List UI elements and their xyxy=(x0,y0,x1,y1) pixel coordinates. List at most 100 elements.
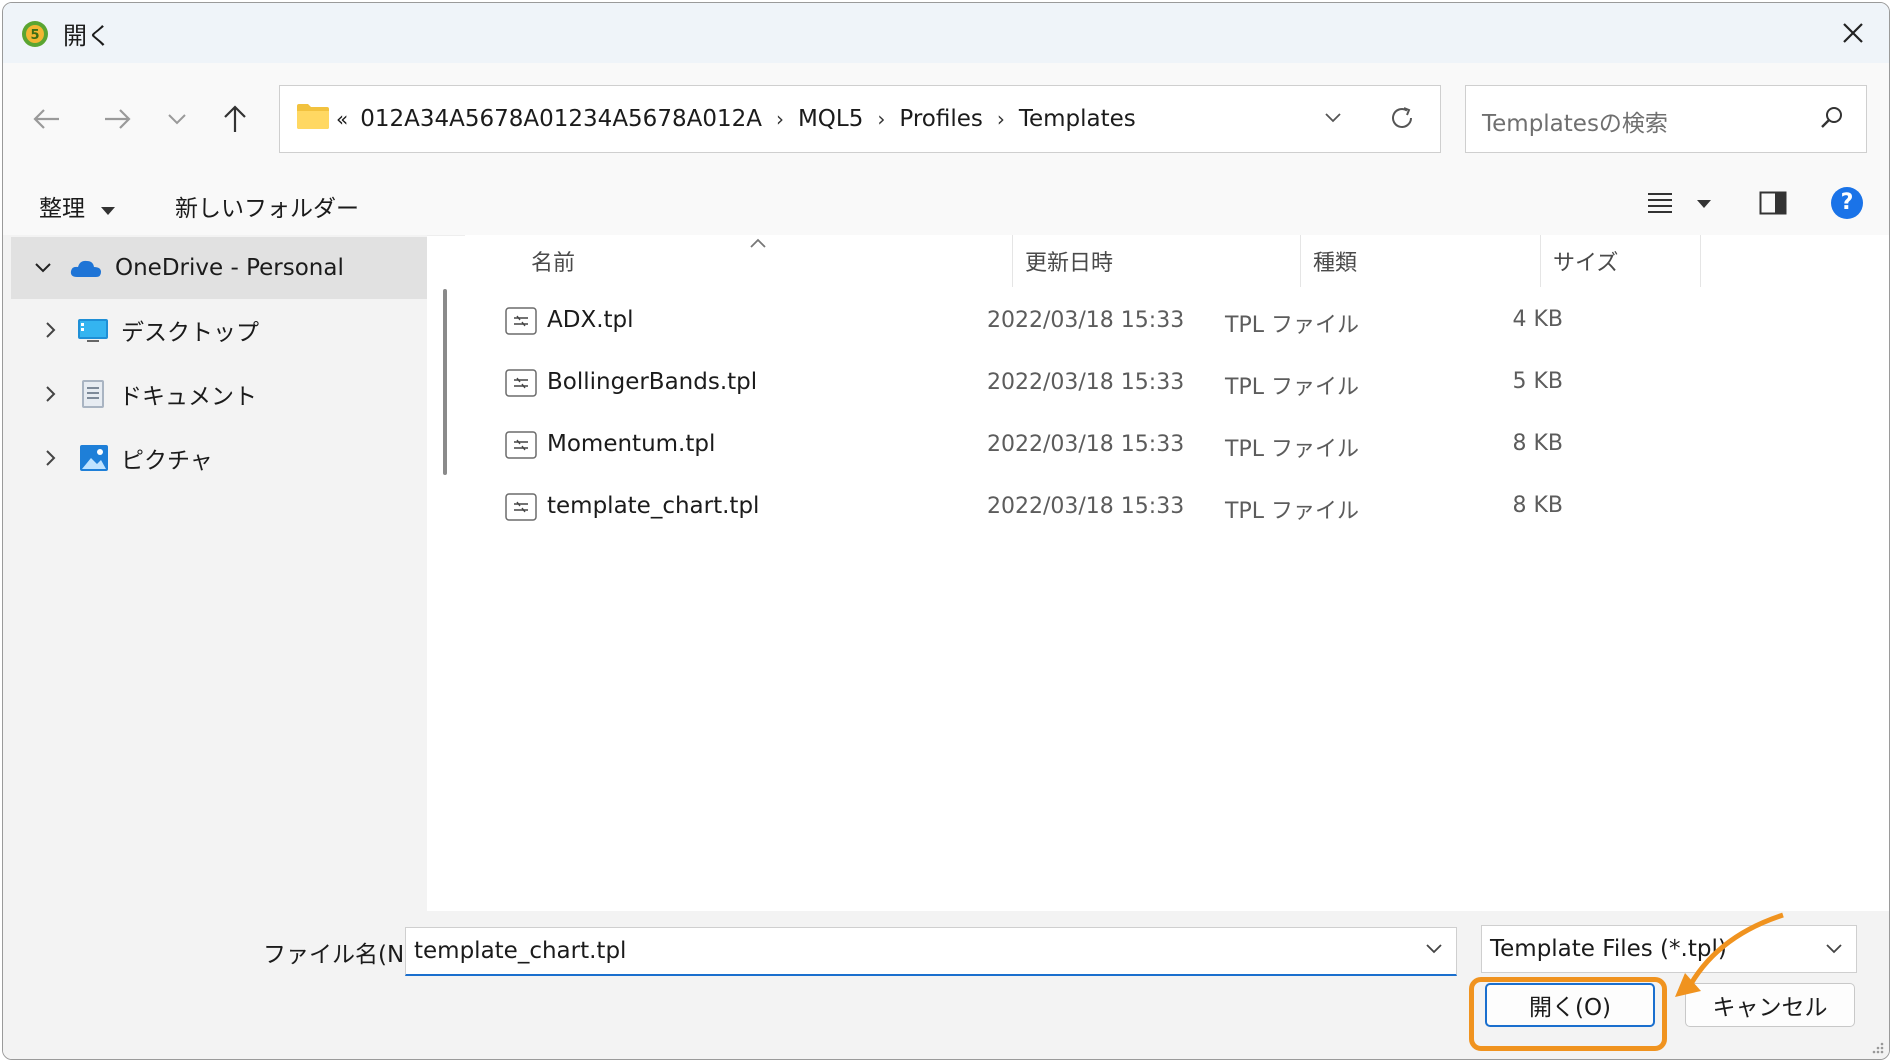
search-input[interactable]: Templatesの検索 xyxy=(1482,104,1668,138)
column-header-label: 名前 xyxy=(531,251,576,276)
filename-input[interactable]: template_chart.tpl xyxy=(405,927,1457,976)
expand-chevron-icon[interactable] xyxy=(33,321,69,339)
file-row[interactable]: Momentum.tpl 2022/03/18 15:33 TPL ファイル 8… xyxy=(505,417,1735,477)
window-title: 開く xyxy=(63,22,111,50)
column-header-date[interactable]: 更新日時 xyxy=(1013,235,1301,287)
list-view-icon xyxy=(1648,193,1672,213)
search-icon xyxy=(1821,107,1842,128)
chevron-down-icon xyxy=(168,114,186,125)
file-row[interactable]: ADX.tpl 2022/03/18 15:33 TPL ファイル 4 KB xyxy=(505,293,1735,353)
file-date: 2022/03/18 15:33 xyxy=(987,494,1185,519)
sort-ascending-icon xyxy=(750,238,766,248)
cancel-button-label: キャンセル xyxy=(1712,995,1828,1021)
organize-button[interactable]: 整理 xyxy=(39,189,116,223)
file-size: 8 KB xyxy=(1512,431,1563,456)
template-file-icon xyxy=(505,369,537,397)
up-button[interactable] xyxy=(213,97,257,141)
help-button[interactable]: ? xyxy=(1831,187,1863,219)
sidebar-item-desktop[interactable]: デスクトップ xyxy=(11,299,427,361)
recent-locations-button[interactable] xyxy=(155,97,199,141)
sidebar-item-onedrive[interactable]: OneDrive - Personal xyxy=(11,237,427,299)
filetype-select[interactable]: Template Files (*.tpl) xyxy=(1481,925,1857,973)
mt5-app-icon: 5 xyxy=(22,21,48,47)
breadcrumb-item-mql5[interactable]: MQL5 xyxy=(798,106,863,132)
file-row[interactable]: template_chart.tpl 2022/03/18 15:33 TPL … xyxy=(505,479,1735,539)
breadcrumb-separator[interactable]: › xyxy=(877,107,885,131)
filetype-value: Template Files (*.tpl) xyxy=(1490,936,1727,962)
refresh-icon[interactable] xyxy=(1388,104,1416,132)
documents-icon xyxy=(82,380,104,408)
resize-grip-icon[interactable] xyxy=(1869,1039,1885,1055)
file-row[interactable]: BollingerBands.tpl 2022/03/18 15:33 TPL … xyxy=(505,355,1735,415)
file-date: 2022/03/18 15:33 xyxy=(987,308,1185,333)
new-folder-button[interactable]: 新しいフォルダー xyxy=(175,189,359,223)
command-bar: 整理 新しいフォルダー ? xyxy=(3,175,1889,236)
file-type: TPL ファイル xyxy=(1225,437,1359,462)
new-folder-label: 新しいフォルダー xyxy=(175,196,359,222)
close-icon[interactable] xyxy=(1831,11,1875,55)
navigation-pane: OneDrive - Personal デスクトップ ドキュメント ピクチャ xyxy=(3,235,427,911)
preview-pane-icon[interactable] xyxy=(1759,191,1787,215)
expand-chevron-icon[interactable] xyxy=(25,262,61,274)
open-file-dialog: 5 開く « 012A34A5678A01234A5678A012A › MQL… xyxy=(2,2,1890,1060)
file-type: TPL ファイル xyxy=(1225,375,1359,400)
onedrive-cloud-icon xyxy=(70,260,101,277)
file-name: Momentum.tpl xyxy=(547,431,716,457)
organize-label: 整理 xyxy=(39,196,85,222)
file-name: template_chart.tpl xyxy=(547,493,760,519)
highlight-frame xyxy=(1469,977,1667,1051)
filename-label: ファイル名(N): xyxy=(263,942,421,968)
file-type: TPL ファイル xyxy=(1225,499,1359,524)
column-header-size[interactable]: サイズ xyxy=(1541,235,1701,287)
template-file-icon xyxy=(505,431,537,459)
sidebar-item-label: ピクチャ xyxy=(121,448,213,474)
template-file-icon xyxy=(505,493,537,521)
title-bar: 5 開く xyxy=(3,3,1889,63)
arrow-up-icon xyxy=(224,105,246,132)
file-name: ADX.tpl xyxy=(547,307,634,333)
expand-chevron-icon[interactable] xyxy=(33,449,69,467)
breadcrumb-item-root[interactable]: 012A34A5678A01234A5678A012A xyxy=(360,106,762,132)
sidebar-item-label: ドキュメント xyxy=(119,384,257,410)
caret-down-icon xyxy=(101,207,116,215)
chevron-down-icon xyxy=(1826,944,1842,954)
column-header-label: 更新日時 xyxy=(1025,251,1114,276)
breadcrumb-item-templates[interactable]: Templates xyxy=(1019,106,1136,132)
file-list: 名前 更新日時 種類 サイズ ADX.tpl 2022/03/18 15:33 … xyxy=(465,235,1889,911)
expand-chevron-icon[interactable] xyxy=(33,385,69,403)
file-date: 2022/03/18 15:33 xyxy=(987,432,1185,457)
back-button[interactable] xyxy=(25,97,69,141)
search-box[interactable]: Templatesの検索 xyxy=(1465,85,1867,153)
breadcrumb-overflow[interactable]: « xyxy=(336,107,348,131)
filename-value[interactable]: template_chart.tpl xyxy=(414,938,626,964)
desktop-icon xyxy=(78,319,108,342)
column-header-type[interactable]: 種類 xyxy=(1301,235,1541,287)
chevron-down-icon[interactable] xyxy=(1424,942,1444,956)
breadcrumb-separator[interactable]: › xyxy=(776,107,784,131)
address-bar[interactable]: « 012A34A5678A01234A5678A012A › MQL5 › P… xyxy=(279,85,1441,153)
breadcrumb: « 012A34A5678A01234A5678A012A › MQL5 › P… xyxy=(336,86,1136,152)
sidebar-item-label: OneDrive - Personal xyxy=(115,255,344,281)
view-options-button[interactable] xyxy=(1647,191,1712,219)
sidebar-item-label: デスクトップ xyxy=(121,320,259,346)
file-size: 5 KB xyxy=(1512,369,1563,394)
file-name: BollingerBands.tpl xyxy=(547,369,758,395)
svg-text:5: 5 xyxy=(30,28,39,43)
address-history-chevron-icon[interactable] xyxy=(1322,106,1344,128)
column-header-label: サイズ xyxy=(1553,251,1619,276)
sidebar-scrollbar[interactable] xyxy=(443,289,447,475)
file-size: 8 KB xyxy=(1512,493,1563,518)
forward-button[interactable] xyxy=(95,97,139,141)
column-header-name[interactable]: 名前 xyxy=(465,235,1013,287)
file-size: 4 KB xyxy=(1512,307,1563,332)
template-file-icon xyxy=(505,307,537,335)
file-type: TPL ファイル xyxy=(1225,313,1359,338)
sidebar-item-pictures[interactable]: ピクチャ xyxy=(11,427,427,489)
navigation-bar: « 012A34A5678A01234A5678A012A › MQL5 › P… xyxy=(3,63,1889,175)
breadcrumb-item-profiles[interactable]: Profiles xyxy=(899,106,983,132)
file-date: 2022/03/18 15:33 xyxy=(987,370,1185,395)
sidebar-item-documents[interactable]: ドキュメント xyxy=(11,363,427,425)
pictures-icon xyxy=(80,445,108,471)
breadcrumb-separator[interactable]: › xyxy=(997,107,1005,131)
cancel-button[interactable]: キャンセル xyxy=(1685,983,1855,1027)
